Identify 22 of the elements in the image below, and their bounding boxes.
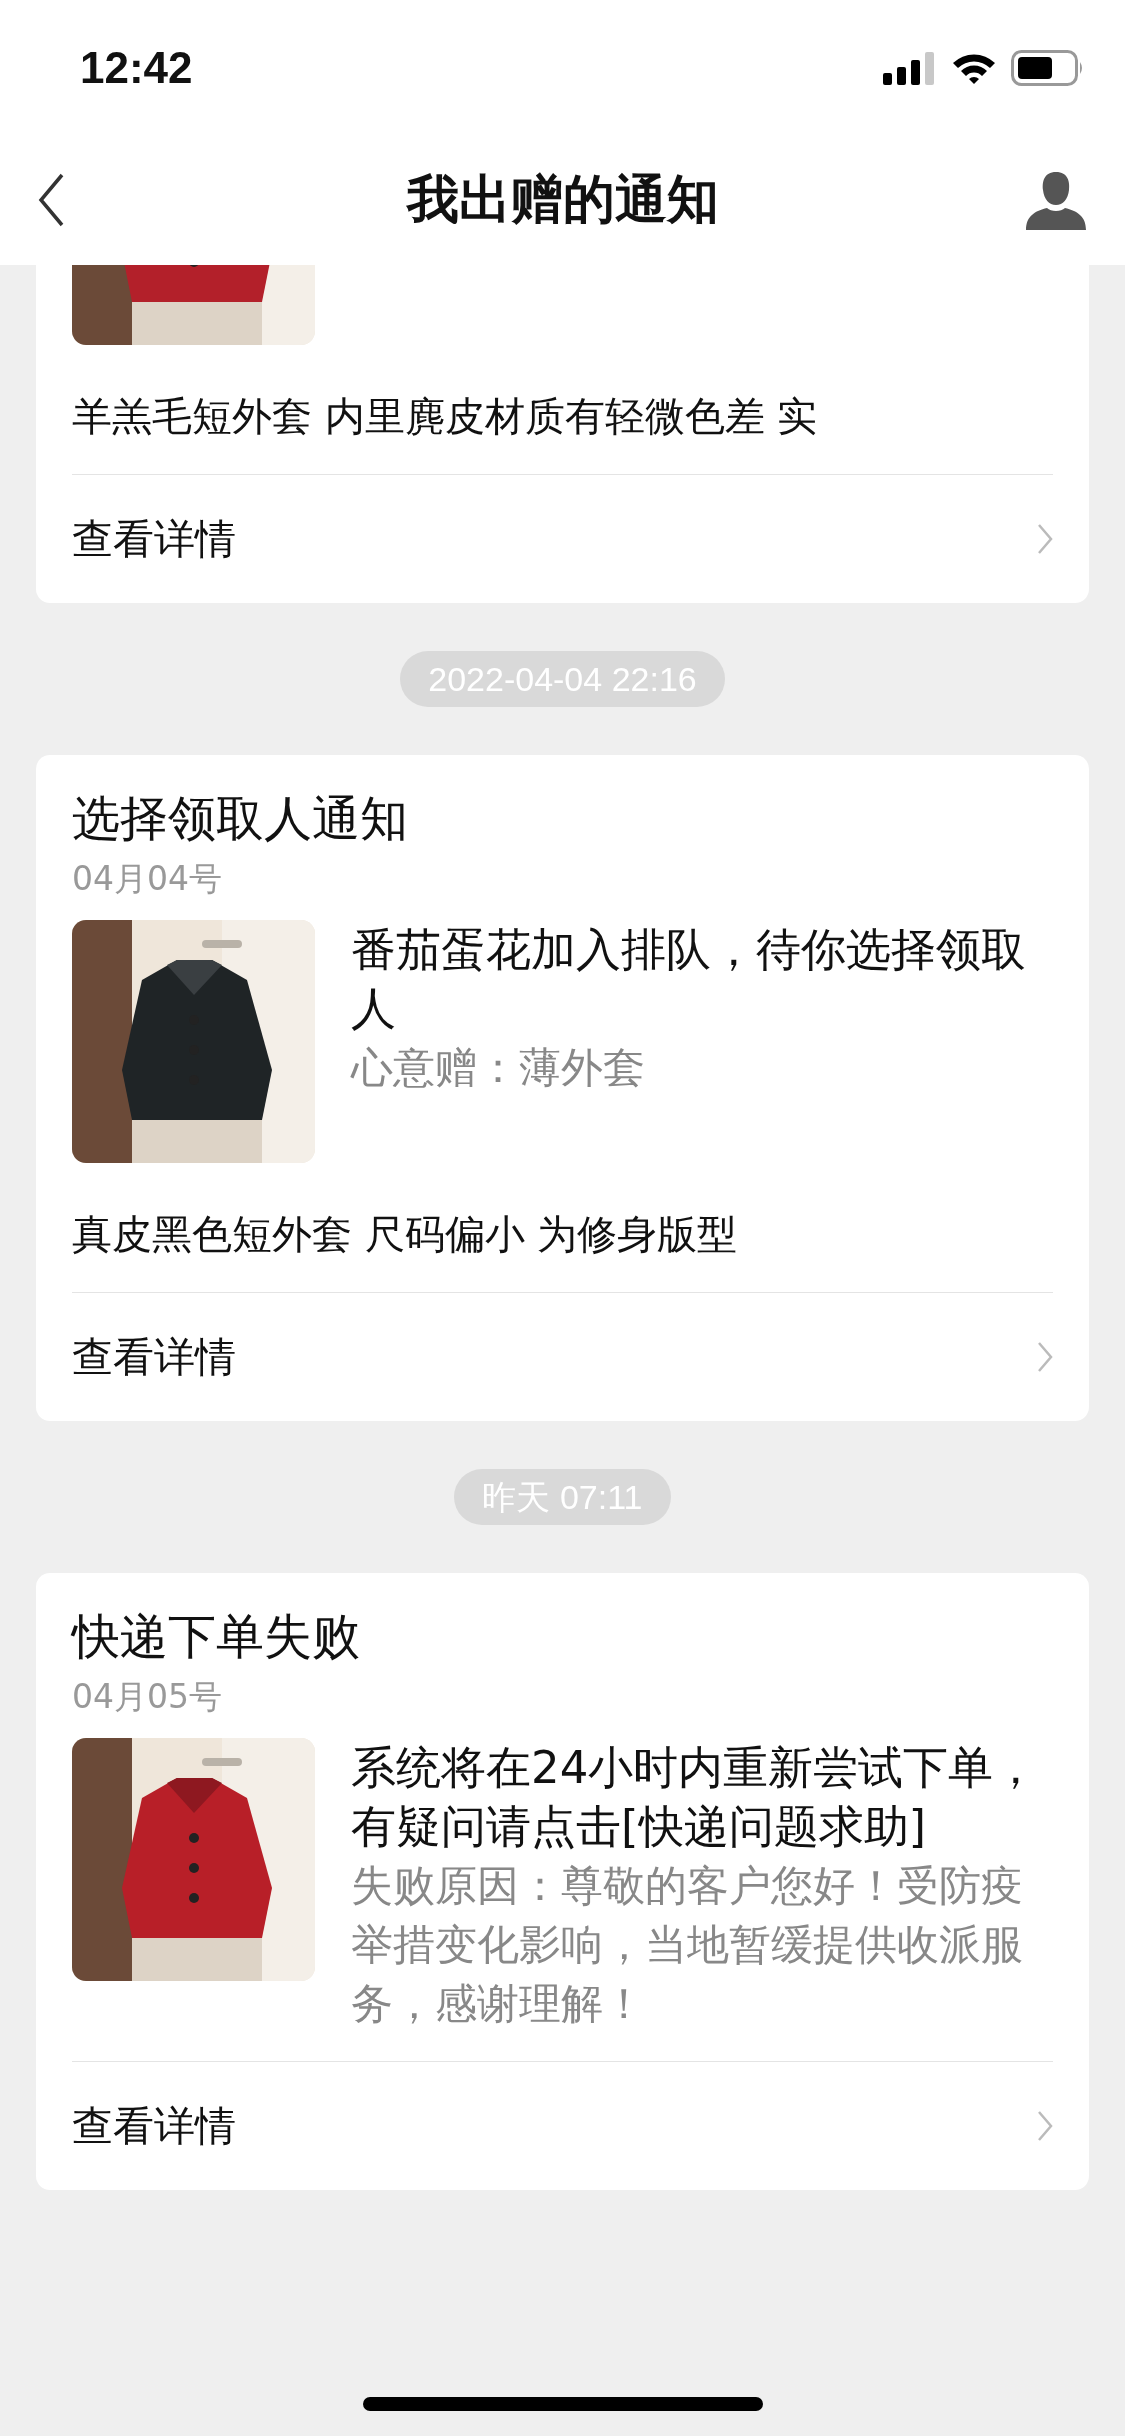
notification-title: 快递下单失败 bbox=[72, 1607, 361, 1666]
status-time: 12:42 bbox=[80, 42, 193, 93]
back-icon[interactable] bbox=[38, 173, 64, 227]
view-details-link[interactable]: 查看详情 bbox=[72, 475, 1053, 603]
chevron-right-icon bbox=[1037, 523, 1053, 555]
item-description: 羊羔毛短外套 内里麂皮材质有轻微色差 实 bbox=[72, 392, 819, 441]
view-details-link[interactable]: 查看详情 bbox=[72, 2062, 1053, 2190]
page-title: 我出赠的通知 bbox=[406, 168, 719, 231]
notification-message: 系统将在24小时内重新尝试下单，有疑问请点击[快递问题求助] bbox=[351, 1740, 1040, 1855]
notification-detail: 失败原因：尊敬的客户您好！受防疫举措变化影响，当地暂缓提供收派服务，感谢理解！ bbox=[351, 1860, 1024, 2030]
chevron-right-icon bbox=[1037, 1341, 1053, 1373]
battery-icon bbox=[1011, 49, 1085, 86]
notification-detail: 心意赠：薄外套 bbox=[351, 1042, 646, 1094]
person-icon[interactable] bbox=[1025, 170, 1087, 230]
signal-icon bbox=[883, 50, 937, 85]
notification-title: 选择领取人通知 bbox=[72, 789, 409, 848]
notification-date: 04月04号 bbox=[72, 858, 223, 900]
view-details-link[interactable]: 查看详情 bbox=[72, 1293, 1053, 1421]
chevron-right-icon bbox=[1037, 2110, 1053, 2142]
notification-message: 番茄蛋花加入排队，待你选择领取人 bbox=[351, 922, 1027, 1037]
item-description: 真皮黑色短外套 尺码偏小 为修身版型 bbox=[72, 1210, 739, 1259]
notification-date: 04月05号 bbox=[72, 1676, 223, 1718]
